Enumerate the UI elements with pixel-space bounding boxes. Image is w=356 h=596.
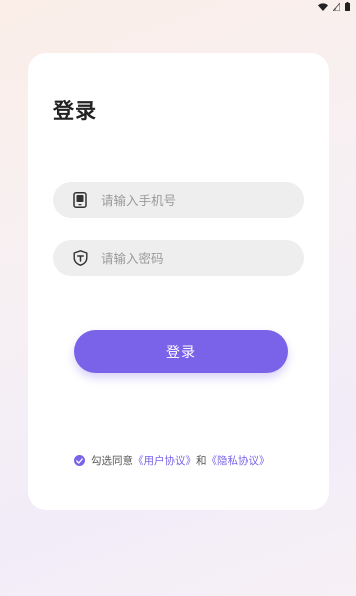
phone-icon [71, 191, 89, 209]
privacy-agreement-link[interactable]: 《隐私协议》 [207, 453, 270, 468]
agreement-prefix: 勾选同意 [91, 455, 133, 467]
check-circle-icon[interactable] [74, 455, 85, 466]
agreement-conjunction: 和 [196, 455, 207, 467]
wifi-icon [318, 2, 328, 11]
user-agreement-link[interactable]: 《用户协议》 [133, 453, 196, 468]
signal-icon: x [333, 2, 340, 11]
password-field[interactable] [53, 240, 304, 276]
status-bar: x [0, 0, 356, 16]
phone-field[interactable] [53, 182, 304, 218]
battery-icon [345, 2, 350, 11]
login-button[interactable]: 登录 [74, 330, 288, 373]
password-input[interactable] [101, 250, 291, 266]
page-title: 登录 [53, 99, 97, 123]
shield-icon [71, 249, 89, 267]
phone-input[interactable] [101, 192, 291, 208]
status-icons: x [318, 2, 350, 11]
agreement-row: 勾选同意 《用户协议》 和 《隐私协议》 [74, 453, 270, 468]
